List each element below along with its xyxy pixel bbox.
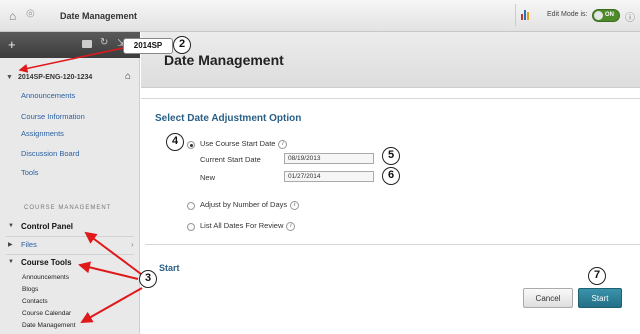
expand-triangle-icon[interactable]: ▼ [6,74,13,81]
course-tool-announcements[interactable]: Announcements [22,274,69,281]
refresh-icon[interactable]: ↻ [100,37,108,48]
term-label: 2014SP [123,38,173,54]
new-start-date-field[interactable] [284,171,374,182]
expand-triangle-icon: ▼ [8,223,14,229]
section-title: Select Date Adjustment Option [155,113,302,124]
home-icon[interactable]: ⌂ [9,9,16,23]
expand-triangle-icon: ▼ [8,259,14,265]
sidebar-item-discussion-board[interactable]: Discussion Board [21,149,79,158]
divider [145,244,640,245]
edit-mode-label: Edit Mode is: [547,11,588,18]
sidebar-item-announcements[interactable]: Announcements [21,91,75,100]
use-start-date-radio[interactable] [187,141,195,149]
adjust-days-label: Adjust by Number of Days [200,200,288,209]
callout-3: 3 [139,270,157,288]
adjust-days-radio[interactable] [187,202,195,210]
performance-dashboard-icon[interactable] [521,10,530,20]
course-home-icon[interactable]: ⌂ [125,71,131,82]
callout-6: 6 [382,167,400,185]
sidebar-item-assignments[interactable]: Assignments [21,129,64,138]
info-icon[interactable]: ⓘ [625,9,635,24]
adjust-days-option: Adjust by Number of Days i [200,200,300,210]
control-panel-label: Control Panel [21,222,74,231]
toggle-state-label: ON [605,12,614,18]
divider [141,98,640,99]
current-start-date-label: Current Start Date [200,155,261,164]
list-dates-option: List All Dates For Review i [200,221,296,231]
new-date-label: New [200,173,216,182]
help-icon[interactable]: i [290,200,300,210]
help-icon[interactable]: i [278,139,288,149]
course-tools-header[interactable]: ▼ Course Tools [0,255,140,273]
callout-7: 7 [588,267,606,285]
files-section[interactable]: ▶ Files › [0,237,140,255]
use-start-date-label: Use Course Start Date [200,139,276,148]
folder-view-icon[interactable] [82,40,92,48]
top-header-bar: ⌂ ◎ Date Management Edit Mode is: ON ⓘ [0,0,640,32]
course-management-heading: COURSE MANAGEMENT [24,205,112,211]
edit-mode-toggle[interactable]: ON [592,9,620,22]
help-icon[interactable]: i [286,221,296,231]
toggle-knob [594,11,603,20]
sidebar-item-tools[interactable]: Tools [21,168,39,177]
start-button[interactable]: Start [578,288,622,308]
course-menu-sidebar: + ↻ ⇲ ▼ 2014SP-ENG-120-1234 ⌂ Announceme… [0,32,140,334]
header-divider [515,4,516,26]
breadcrumb-dropdown-icon[interactable]: ◎ [26,8,35,19]
add-menu-item-icon[interactable]: + [8,37,16,52]
chevron-right-icon: › [131,240,134,249]
cancel-button[interactable]: Cancel [523,288,573,308]
course-tool-date-management[interactable]: Date Management [22,322,75,329]
course-id: 2014SP-ENG-120-1234 [18,74,93,81]
sidebar-item-course-information[interactable]: Course Information [21,112,85,121]
course-title-row[interactable]: ▼ 2014SP-ENG-120-1234 ⌂ [0,68,140,88]
list-dates-label: List All Dates For Review [200,221,284,230]
start-section-title: Start [159,263,180,273]
use-start-date-option: Use Course Start Date i [200,139,288,149]
course-tool-contacts[interactable]: Contacts [22,298,48,305]
list-dates-radio[interactable] [187,223,195,231]
course-tool-course-calendar[interactable]: Course Calendar [22,310,71,317]
course-tools-label: Course Tools [21,258,72,267]
course-tool-blogs[interactable]: Blogs [22,286,38,293]
breadcrumb-title: Date Management [60,11,138,21]
collapse-triangle-icon: ▶ [8,242,13,248]
page-header: Date Management [141,32,640,88]
callout-5: 5 [382,147,400,165]
course-menu-toolbar: + ↻ ⇲ [0,32,140,58]
callout-4: 4 [166,133,184,151]
callout-2: 2 [173,36,191,54]
page-title: Date Management [164,52,284,68]
current-start-date-field[interactable] [284,153,374,164]
files-label: Files [21,240,37,249]
control-panel-header[interactable]: ▼ Control Panel [0,219,140,237]
